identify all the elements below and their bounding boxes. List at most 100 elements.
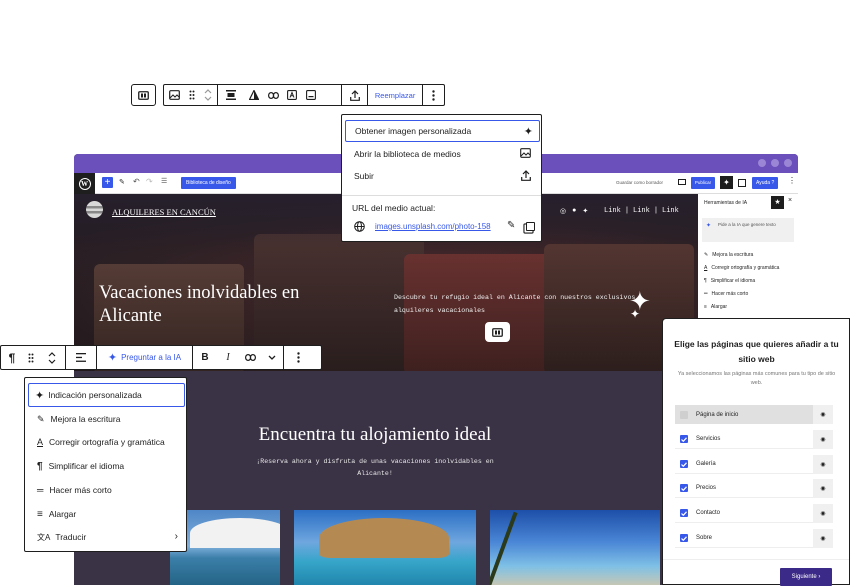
parasol-shape: [319, 518, 449, 558]
sparkle-icon: ✦: [523, 126, 533, 138]
page-option[interactable]: Servicios ◉: [675, 430, 833, 449]
nav-link[interactable]: Link: [662, 207, 679, 215]
nav-link[interactable]: Link: [633, 207, 650, 215]
ai-menu-item-label: Mejora la escritura: [50, 414, 121, 424]
star-icon[interactable]: ★: [771, 196, 784, 209]
current-url-link[interactable]: images.unsplash.com/photo-158: [375, 222, 497, 231]
help-button[interactable]: Ayuda ?: [752, 177, 779, 189]
wordpress-logo[interactable]: W: [74, 173, 95, 194]
ask-ai-button[interactable]: ✦ Preguntar a la IA: [97, 346, 192, 369]
duotone-icon[interactable]: [245, 85, 264, 105]
section-text[interactable]: ¡Reserva ahora y disfruta de unas vacaci…: [249, 456, 501, 480]
paragraph-icon[interactable]: ¶: [1, 346, 23, 369]
more-options-icon[interactable]: [423, 85, 444, 105]
facebook-icon[interactable]: ●: [572, 207, 576, 215]
italic-icon[interactable]: I: [217, 346, 239, 369]
checkbox[interactable]: [680, 435, 688, 443]
ai-menu-item-spellcheck[interactable]: A Corregir ortografía y gramática: [25, 431, 186, 453]
save-draft-link[interactable]: Guardar como borrador: [616, 180, 663, 185]
bold-icon[interactable]: B: [193, 346, 217, 369]
link-icon[interactable]: [239, 346, 261, 369]
site-logo[interactable]: [86, 201, 103, 218]
page-option[interactable]: Página de inicio ◉: [675, 405, 833, 424]
columns-icon[interactable]: [132, 85, 155, 105]
hero-text[interactable]: Descubre tu refugio ideal en Alicante co…: [394, 291, 669, 317]
ai-menu-item-simplify[interactable]: ¶ Simplificar el idioma: [25, 455, 186, 477]
move-up-down-icon[interactable]: [39, 346, 65, 369]
crop-icon[interactable]: [321, 85, 342, 105]
checkbox[interactable]: [680, 460, 688, 468]
checkbox[interactable]: [680, 484, 688, 492]
publish-button[interactable]: Publicar: [691, 177, 715, 189]
media-replace-menu: Obtener imagen personalizada ✦ Abrir la …: [341, 114, 542, 242]
alt-text-icon[interactable]: [283, 85, 302, 105]
eye-icon[interactable]: ◉: [813, 529, 833, 548]
align-icon[interactable]: [218, 85, 245, 105]
ai-menu-item-label: Indicación personalizada: [48, 390, 142, 400]
upload-icon[interactable]: [342, 85, 367, 105]
page-option[interactable]: Precios ◉: [675, 479, 833, 498]
page-option[interactable]: Contacto ◉: [675, 504, 833, 523]
ai-prompt-input[interactable]: ✦ Pide a la IA que genere texto: [702, 218, 794, 242]
ai-sidebar-item[interactable]: ≡ Alargar: [704, 304, 727, 310]
redo-icon[interactable]: ↷: [146, 177, 153, 186]
preview-icon[interactable]: [678, 179, 686, 185]
instagram-icon[interactable]: ◎: [560, 207, 566, 215]
drag-handle-icon[interactable]: [23, 346, 39, 369]
ai-menu-item-shorter[interactable]: ═ Hacer más corto: [25, 479, 186, 501]
eye-icon[interactable]: ◉: [813, 455, 833, 474]
translate-icon: 文A: [37, 532, 51, 542]
page-option[interactable]: Galería ◉: [675, 455, 833, 474]
move-up-down-icon[interactable]: [198, 85, 217, 105]
image-block-icon[interactable]: [164, 85, 185, 105]
checkbox[interactable]: [680, 410, 688, 419]
align-text-icon[interactable]: [66, 346, 96, 369]
caption-icon[interactable]: [302, 85, 321, 105]
edit-icon[interactable]: ✎: [507, 220, 515, 231]
menu-item-custom-image[interactable]: Obtener imagen personalizada ✦: [345, 120, 540, 142]
site-title[interactable]: ALQUILERES EN CANCÚN: [112, 207, 216, 217]
copy-icon[interactable]: [526, 222, 535, 231]
ai-sidebar-item[interactable]: ✎ Mejora la escritura: [704, 252, 753, 258]
link-icon[interactable]: [264, 85, 283, 105]
ai-tools-toggle[interactable]: ✦: [720, 176, 733, 189]
eye-icon[interactable]: ◉: [813, 504, 833, 523]
checkbox[interactable]: [680, 509, 688, 517]
image-icon: [520, 148, 531, 158]
next-button[interactable]: Siguiente ›: [780, 568, 832, 586]
edit-icon[interactable]: ✎: [119, 178, 125, 186]
ai-sidebar-item-label: Simplificar el idioma: [710, 278, 756, 284]
ai-sidebar-item[interactable]: ¶ Simplificar el idioma: [704, 278, 755, 284]
design-library-button[interactable]: Biblioteca de diseño: [181, 177, 236, 189]
menu-item-media-library[interactable]: Abrir la biblioteca de medios: [342, 143, 541, 165]
hero-title[interactable]: Vacaciones inolvidables en Alicante: [99, 282, 359, 328]
menu-item-upload[interactable]: Subir: [342, 165, 541, 187]
checkbox[interactable]: [680, 534, 688, 542]
ai-menu-item-translate[interactable]: 文A Traducir ›: [25, 526, 186, 548]
eye-icon[interactable]: ◉: [813, 405, 833, 424]
section-title[interactable]: Encuentra tu alojamiento ideal: [194, 424, 556, 446]
eye-icon[interactable]: ◉: [813, 479, 833, 498]
drag-handle-icon[interactable]: [185, 85, 198, 105]
close-icon[interactable]: ×: [788, 197, 792, 204]
more-options-icon[interactable]: [284, 346, 312, 369]
page-option[interactable]: Sobre ◉: [675, 529, 833, 548]
settings-panel-icon[interactable]: [738, 179, 746, 187]
options-icon[interactable]: ⋮: [788, 176, 796, 185]
chevron-down-icon[interactable]: [261, 346, 283, 369]
ai-menu-item-improve[interactable]: ✎ Mejora la escritura: [25, 408, 186, 430]
eye-icon[interactable]: ◉: [813, 430, 833, 449]
cover-block-icon[interactable]: [485, 322, 510, 342]
ai-menu-item-longer[interactable]: ≡ Alargar: [25, 503, 186, 525]
ai-sidebar-item[interactable]: ═ Hacer más corto: [704, 291, 748, 297]
add-block-button[interactable]: +: [102, 177, 113, 188]
nav-link[interactable]: Link: [604, 207, 621, 215]
list-view-icon[interactable]: ☰: [161, 177, 167, 185]
undo-icon[interactable]: ↶: [133, 177, 140, 186]
replace-button[interactable]: Reemplazar: [368, 85, 422, 105]
twitter-icon[interactable]: ✦: [582, 207, 588, 215]
ai-menu-item-custom-prompt[interactable]: ✦ Indicación personalizada: [28, 383, 185, 407]
page-option-label: Sobre: [696, 535, 713, 541]
sparkle-icon: ✦: [35, 389, 45, 402]
ai-sidebar-item[interactable]: A Corregir ortografía y gramática: [704, 265, 779, 271]
